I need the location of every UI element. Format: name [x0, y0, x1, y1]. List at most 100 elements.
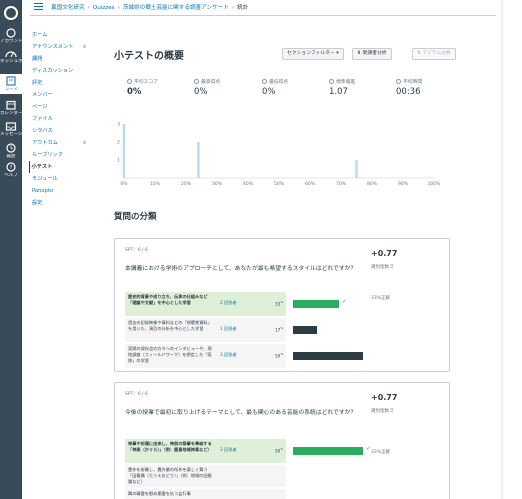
global-nav-calendar[interactable]: カレンダー	[0, 100, 22, 116]
answer-bar	[293, 352, 363, 360]
section-filter-button[interactable]: セクションフィルター ▾	[282, 48, 344, 60]
course-nav-panopto[interactable]: Panopto	[32, 185, 92, 197]
breadcrumb-quiz[interactable]: 茨城県の郷土芸能に関する調査アンケート	[123, 5, 229, 11]
course-nav-assignments[interactable]: 課題	[32, 53, 92, 65]
x-tick-label: 70%	[336, 181, 347, 187]
global-nav-dashboard[interactable]: ダッシュボード	[0, 48, 22, 64]
stat-time-value: 00:36	[396, 87, 421, 97]
stat-average-value: 0%	[127, 87, 142, 97]
answer-count[interactable]: 3 回答者	[220, 352, 237, 358]
x-tick-label: 100%	[428, 181, 442, 187]
course-nav-rubrics[interactable]: ルーブリック	[32, 149, 92, 161]
course-nav-announcements[interactable]: アナウンスメント ø	[32, 41, 92, 53]
answer-count[interactable]: 1 回答者	[220, 326, 237, 332]
global-nav-label: ヘルプ	[4, 173, 18, 178]
y-tick-label: 2	[117, 140, 120, 146]
question-points: SPT：6 / 6	[125, 248, 148, 253]
account-icon	[6, 28, 16, 38]
answer-count[interactable]: 3 回答者	[220, 447, 237, 453]
course-nav: ホーム アナウンスメント ø 課題 ディスカッション 評定 メンバー ページ ファ…	[28, 29, 93, 209]
global-nav-history[interactable]: 履歴	[0, 143, 22, 159]
global-nav-label: コース	[4, 87, 18, 92]
global-nav-label: ダッシュボード	[0, 59, 22, 64]
x-tick-label: 50%	[274, 181, 285, 187]
breadcrumb: 異国文化研究 › Quizzes › 茨城県の郷土芸能に関する調査アンケート › 統計	[51, 5, 249, 11]
answer-row: 歴史的背景や成り立ち、伝承の仕組みなど「理論や文献」を中心とした学習 2 回答者…	[125, 292, 347, 316]
course-nav-pages[interactable]: ページ	[32, 101, 92, 113]
global-nav-help[interactable]: ? ヘルプ	[0, 162, 22, 178]
scrollbar[interactable]	[500, 0, 504, 499]
course-nav-settings[interactable]: 設定	[32, 197, 92, 209]
hidden-eye-icon: ø	[82, 140, 86, 146]
course-nav-quizzes[interactable]: 小テスト	[28, 161, 93, 173]
svg-text:?: ?	[10, 165, 13, 171]
stat-low: 最低得点 0%	[262, 79, 289, 97]
help-icon: ?	[6, 162, 16, 172]
stat-time: 平均時間 00:36	[396, 79, 423, 97]
answer-percent: 50%	[275, 447, 284, 454]
book-icon	[6, 76, 16, 86]
question-card: SPT：6 / 6 今後の授業で最初に取り上げるテーマとして、最も関心のある芸能…	[114, 382, 450, 499]
menu-toggle-icon[interactable]	[34, 3, 43, 12]
score-distribution-chart: 1230% 10% 20% 30% 40% 50% 60% 70% 80% 90% 100%	[117, 122, 442, 188]
check-icon: ✓	[342, 298, 348, 305]
answer-bar	[293, 326, 317, 334]
discrimination-index: +0.77	[371, 393, 398, 402]
info-icon	[329, 79, 334, 84]
chart-bar	[197, 142, 200, 178]
question-points: SPT：6 / 6	[125, 392, 148, 397]
dashboard-icon	[5, 51, 17, 58]
course-nav-files[interactable]: ファイル	[32, 113, 92, 125]
x-tick-label: 60%	[305, 181, 316, 187]
global-nav-account[interactable]: アカウント	[0, 28, 22, 44]
stat-stddev-value: 1.07	[329, 87, 348, 97]
chart-bar	[355, 160, 358, 178]
global-nav-label: アカウント	[0, 39, 22, 44]
course-nav-people[interactable]: メンバー	[32, 89, 92, 101]
help-icon: ⍰	[390, 409, 394, 414]
student-analysis-button[interactable]: ⬇ 受講者分析	[352, 48, 392, 60]
correct-rate: 33%正解	[371, 450, 391, 455]
stat-low-value: 0%	[262, 87, 276, 97]
correct-rate: 33%正解	[371, 296, 391, 301]
course-nav-discussions[interactable]: ディスカッション	[32, 65, 92, 77]
stat-average: 平均スコア 0%	[127, 79, 158, 97]
stat-high-value: 0%	[194, 87, 208, 97]
x-tick-label: 30%	[212, 181, 223, 187]
x-tick-label: 90%	[398, 181, 409, 187]
course-nav-outcomes[interactable]: アウトカム ø	[32, 137, 92, 149]
discrimination-label: 識別指数 ⍰	[371, 265, 394, 270]
answer-row: 神事や祈禱に由来し、神前の祭事を奉納する「神楽（かぐら）」（例：鹿島地域神楽など…	[125, 439, 371, 463]
answer-bar	[293, 300, 339, 308]
global-nav-label: 履歴	[6, 154, 16, 159]
global-nav: アカウント ダッシュボード コース カレンダー	[0, 0, 22, 499]
global-nav-courses[interactable]: コース	[0, 74, 22, 94]
answer-text: 実際の保存会の方々へのインタビューや、現地調査（フィールドワーク）を想定した「実…	[128, 346, 212, 363]
breadcrumb-quizzes[interactable]: Quizzes	[93, 5, 115, 11]
course-nav-syllabus[interactable]: シラバス	[32, 125, 92, 137]
stat-stddev: 標準偏差 1.07	[329, 79, 356, 97]
x-tick-label: 80%	[367, 181, 378, 187]
answer-text: 豊作を祈願し、農作業の所作を楽しく舞う「田植踊（たうえおどり）」（例：地域の田植…	[128, 467, 212, 484]
course-nav-modules[interactable]: モジュール	[32, 173, 92, 185]
answer-count[interactable]: 2 回答者	[220, 300, 237, 306]
course-nav-grades[interactable]: 評定	[32, 77, 92, 89]
answer-text: 過去の記録映像や資料などの「視聴覚資料」を用いた、演目の分析を中心とした学習	[128, 320, 212, 331]
info-icon	[396, 79, 401, 84]
help-icon: ⍰	[390, 265, 394, 270]
discrimination-label: 識別指数 ⍰	[371, 409, 394, 414]
x-tick-label: 20%	[181, 181, 192, 187]
global-nav-inbox[interactable]: メッセージ	[0, 121, 22, 137]
logo-icon[interactable]	[4, 6, 18, 20]
clock-icon	[6, 143, 16, 153]
hidden-eye-icon: ø	[82, 44, 86, 50]
header-divider	[30, 15, 496, 16]
discrimination-index: +0.77	[371, 249, 398, 258]
breadcrumb-course[interactable]: 異国文化研究	[51, 5, 85, 11]
global-nav-label: カレンダー	[0, 111, 22, 116]
x-tick-label: 40%	[243, 181, 254, 187]
y-tick-label: 3	[117, 122, 120, 128]
item-analysis-button[interactable]: ⬇ アイテム分析	[412, 48, 456, 60]
course-nav-home[interactable]: ホーム	[32, 29, 92, 41]
answer-bar	[293, 447, 363, 455]
